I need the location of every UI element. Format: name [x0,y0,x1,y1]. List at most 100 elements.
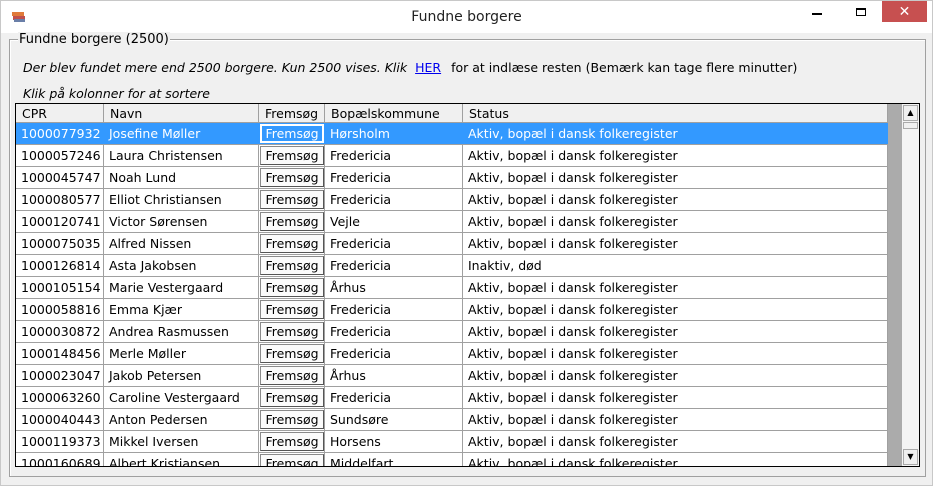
fremsog-button[interactable]: Fremsøg [260,146,324,165]
status-cell: Aktiv, bopæl i dansk folkeregister [463,431,888,452]
name-cell: Jakob Petersen [104,365,259,386]
results-table: CPR Navn Fremsøg Bopælskommune Status 10… [15,103,920,467]
fremsog-button[interactable]: Fremsøg [260,410,324,429]
table-row[interactable]: 1000105154 Marie Vestergaard Fremsøg Årh… [16,277,888,299]
fremsog-button[interactable]: Fremsøg [260,454,324,466]
close-button[interactable]: ✕ [882,1,927,22]
table-row[interactable]: 1000080577 Elliot Christiansen Fremsøg F… [16,189,888,211]
table-row[interactable]: 1000120741 Victor Sørensen Fremsøg Vejle… [16,211,888,233]
message-text: Der blev fundet mere end 2500 borgere. K… [23,60,408,75]
name-cell: Noah Lund [104,167,259,188]
fremsog-button[interactable]: Fremsøg [260,432,324,451]
cpr-cell: 1000023047 [16,365,104,386]
name-cell: Merle Møller [104,343,259,364]
fremsog-button[interactable]: Fremsøg [260,388,324,407]
status-cell: Aktiv, bopæl i dansk folkeregister [463,211,888,232]
kommune-cell: Horsens [325,431,463,452]
load-more-link[interactable]: HER [415,60,441,75]
scroll-down-arrow-icon[interactable]: ▼ [903,449,918,465]
kommune-cell: Fredericia [325,189,463,210]
fremsog-cell: Fremsøg [259,277,325,298]
column-header-cpr[interactable]: CPR [16,104,104,122]
fremsog-button[interactable]: Fremsøg [260,256,324,275]
fremsog-button[interactable]: Fremsøg [260,322,324,341]
column-header-bopaelskommune[interactable]: Bopælskommune [325,104,463,122]
maximize-icon [855,7,866,16]
fremsog-cell: Fremsøg [259,167,325,188]
column-header-navn[interactable]: Navn [104,104,259,122]
cpr-cell: 1000057246 [16,145,104,166]
minimize-button[interactable] [794,1,839,22]
status-cell: Aktiv, bopæl i dansk folkeregister [463,233,888,254]
name-cell: Asta Jakobsen [104,255,259,276]
fremsog-cell: Fremsøg [259,123,325,144]
table-row[interactable]: 1000023047 Jakob Petersen Fremsøg Århus … [16,365,888,387]
window-title: Fundne borgere [411,9,522,25]
fremsog-button[interactable]: Fremsøg [260,366,324,385]
fremsog-cell: Fremsøg [259,233,325,254]
fremsog-cell: Fremsøg [259,409,325,430]
fremsog-button[interactable]: Fremsøg [260,344,324,363]
table-row[interactable]: 1000040443 Anton Pedersen Fremsøg Sundsø… [16,409,888,431]
cpr-cell: 1000030872 [16,321,104,342]
status-cell: Aktiv, bopæl i dansk folkeregister [463,387,888,408]
cpr-cell: 1000119373 [16,431,104,452]
table-row[interactable]: 1000075035 Alfred Nissen Fremsøg Frederi… [16,233,888,255]
kommune-cell: Fredericia [325,387,463,408]
table-row[interactable]: 1000119373 Mikkel Iversen Fremsøg Horsen… [16,431,888,453]
name-cell: Albert Kristiansen [104,453,259,466]
status-cell: Aktiv, bopæl i dansk folkeregister [463,189,888,210]
table-row[interactable]: 1000063260 Caroline Vestergaard Fremsøg … [16,387,888,409]
kommune-cell: Fredericia [325,321,463,342]
kommune-cell: Fredericia [325,299,463,320]
fremsog-button[interactable]: Fremsøg [260,278,324,297]
name-cell: Mikkel Iversen [104,431,259,452]
cpr-cell: 1000045747 [16,167,104,188]
title-bar: Fundne borgere ✕ [1,1,932,33]
maximize-button[interactable] [838,1,883,22]
status-cell: Aktiv, bopæl i dansk folkeregister [463,123,888,144]
cpr-cell: 1000063260 [16,387,104,408]
kommune-cell: Århus [325,365,463,386]
kommune-cell: Århus [325,277,463,298]
status-cell: Aktiv, bopæl i dansk folkeregister [463,299,888,320]
table-row[interactable]: 1000030872 Andrea Rasmussen Fremsøg Fred… [16,321,888,343]
table-row[interactable]: 1000057246 Laura Christensen Fremsøg Fre… [16,145,888,167]
kommune-cell: Sundsøre [325,409,463,430]
name-cell: Marie Vestergaard [104,277,259,298]
fremsog-cell: Fremsøg [259,321,325,342]
scroll-thumb[interactable] [903,122,918,129]
window: Fundne borgere ✕ Fundne borgere (2500) D… [0,0,933,486]
table-row[interactable]: 1000160689 Albert Kristiansen Fremsøg Mi… [16,453,888,466]
fremsog-button[interactable]: Fremsøg [260,212,324,231]
kommune-cell: Fredericia [325,167,463,188]
column-header-status[interactable]: Status [463,104,888,122]
table-row[interactable]: 1000045747 Noah Lund Fremsøg Fredericia … [16,167,888,189]
fremsog-cell: Fremsøg [259,387,325,408]
scroll-up-arrow-icon[interactable]: ▲ [903,105,918,121]
status-cell: Aktiv, bopæl i dansk folkeregister [463,321,888,342]
name-cell: Caroline Vestergaard [104,387,259,408]
fremsog-cell: Fremsøg [259,211,325,232]
fremsog-button[interactable]: Fremsøg [260,300,324,319]
fremsog-button[interactable]: Fremsøg [260,168,324,187]
fremsog-cell: Fremsøg [259,343,325,364]
cpr-cell: 1000080577 [16,189,104,210]
table-row[interactable]: 1000148456 Merle Møller Fremsøg Frederic… [16,343,888,365]
fremsog-cell: Fremsøg [259,453,325,466]
kommune-cell: Fredericia [325,233,463,254]
table-row[interactable]: 1000077932 Josefine Møller Fremsøg Hørsh… [16,123,888,145]
table-row[interactable]: 1000126814 Asta Jakobsen Fremsøg Frederi… [16,255,888,277]
kommune-cell: Vejle [325,211,463,232]
fremsog-button[interactable]: Fremsøg [260,124,324,143]
vertical-scrollbar[interactable]: ▲ ▼ [902,104,919,466]
table-row[interactable]: 1000058816 Emma Kjær Fremsøg Fredericia … [16,299,888,321]
minimize-icon [811,12,822,15]
close-icon: ✕ [898,3,911,20]
kommune-cell: Fredericia [325,255,463,276]
status-cell: Aktiv, bopæl i dansk folkeregister [463,145,888,166]
name-cell: Laura Christensen [104,145,259,166]
fremsog-button[interactable]: Fremsøg [260,190,324,209]
fremsog-button[interactable]: Fremsøg [260,234,324,253]
column-header-fremsog[interactable]: Fremsøg [259,104,325,122]
